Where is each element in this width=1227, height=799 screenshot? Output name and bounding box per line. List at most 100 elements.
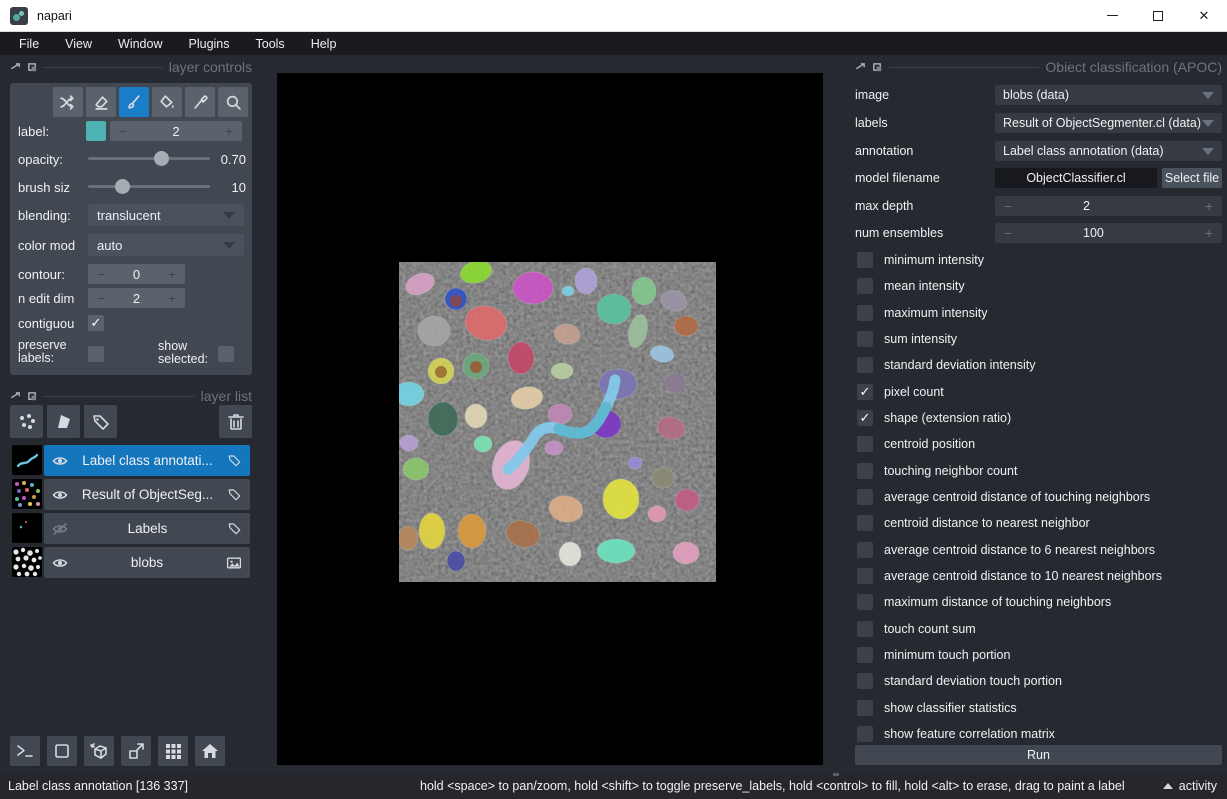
color-picker-button[interactable] [185, 87, 215, 117]
decrement-icon[interactable]: − [110, 123, 136, 139]
feature-checkbox[interactable] [857, 463, 873, 479]
model-filename-input[interactable]: ObjectClassifier.cl [995, 168, 1157, 188]
feature-checkbox[interactable] [857, 357, 873, 373]
viewer-canvas[interactable] [277, 73, 823, 765]
activity-toggle[interactable]: activity [1163, 779, 1217, 793]
close-button[interactable]: ✕ [1181, 0, 1227, 31]
opacity-slider[interactable] [88, 149, 210, 169]
contour-spinbox[interactable]: − 0 + [88, 264, 185, 284]
menu-file[interactable]: File [6, 32, 52, 55]
feature-checkbox[interactable] [857, 568, 873, 584]
slider-handle[interactable] [115, 179, 130, 194]
brush-size-slider[interactable] [88, 177, 210, 197]
minimize-icon [1107, 15, 1118, 16]
labels-dropdown[interactable]: Result of ObjectSegmenter.cl (data) [995, 113, 1222, 133]
decrement-icon[interactable]: − [88, 290, 114, 306]
max-depth-value[interactable]: 2 [1083, 199, 1090, 213]
increment-icon[interactable]: + [216, 123, 242, 139]
feature-checkbox[interactable] [857, 278, 873, 294]
layer-row-blobs[interactable]: blobs [44, 547, 250, 578]
label-spinbox[interactable]: − 2 + [110, 121, 242, 141]
feature-checkbox[interactable] [857, 594, 873, 610]
menu-tools[interactable]: Tools [243, 32, 298, 55]
menu-window[interactable]: Window [105, 32, 175, 55]
feature-checkbox[interactable] [857, 384, 873, 400]
menu-help[interactable]: Help [298, 32, 350, 55]
decrement-icon[interactable]: − [88, 266, 114, 282]
visibility-eye-icon[interactable] [52, 555, 68, 571]
hide-panel-icon[interactable] [27, 62, 38, 73]
splitter-handle[interactable] [833, 773, 839, 776]
slider-track [88, 157, 210, 160]
new-points-layer-button[interactable] [10, 405, 43, 438]
show-selected-checkbox[interactable] [218, 346, 234, 362]
delete-layer-button[interactable] [219, 405, 252, 438]
num-ensembles-value[interactable]: 100 [1083, 226, 1104, 240]
feature-checkbox[interactable] [857, 515, 873, 531]
slider-handle[interactable] [154, 151, 169, 166]
feature-checkbox[interactable] [857, 542, 873, 558]
fill-button[interactable] [152, 87, 182, 117]
pan-zoom-button[interactable] [218, 87, 248, 117]
float-panel-icon[interactable] [10, 391, 21, 402]
increment-icon[interactable]: + [159, 290, 185, 306]
layer-row-label-class-annotation[interactable]: Label class annotati... [44, 445, 250, 476]
menu-plugins[interactable]: Plugins [176, 32, 243, 55]
feature-checkbox[interactable] [857, 726, 873, 742]
feature-checkbox[interactable] [857, 252, 873, 268]
menu-view[interactable]: View [52, 32, 105, 55]
num-ensembles-spinbox[interactable]: − 100 + [995, 223, 1222, 243]
blending-dropdown[interactable]: translucent [88, 204, 244, 226]
shuffle-colors-button[interactable] [53, 87, 83, 117]
decrement-icon[interactable]: − [995, 198, 1021, 214]
visibility-eye-icon-hidden[interactable] [52, 521, 68, 537]
n-edit-dim-value[interactable]: 2 [114, 291, 159, 306]
grid-view-button[interactable] [158, 736, 188, 766]
erase-button[interactable] [86, 87, 116, 117]
feature-checkbox[interactable] [857, 436, 873, 452]
feature-checkbox[interactable] [857, 647, 873, 663]
float-panel-icon[interactable] [10, 62, 21, 73]
decrement-icon[interactable]: − [995, 225, 1021, 241]
float-panel-icon[interactable] [855, 62, 866, 73]
max-depth-spinbox[interactable]: − 2 + [995, 196, 1222, 216]
feature-checkbox[interactable] [857, 621, 873, 637]
color-mode-dropdown[interactable]: auto [88, 234, 244, 256]
layer-row-result-of-objectsegmenter[interactable]: Result of ObjectSeg... [44, 479, 250, 510]
annotation-dropdown[interactable]: Label class annotation (data) [995, 141, 1222, 161]
rotate-3d-button[interactable] [84, 736, 114, 766]
feature-checkbox[interactable] [857, 700, 873, 716]
contiguous-checkbox[interactable] [88, 315, 104, 331]
feature-checkbox[interactable] [857, 331, 873, 347]
new-shapes-layer-button[interactable] [47, 405, 80, 438]
layer-row-labels[interactable]: Labels [44, 513, 250, 544]
label-color-swatch[interactable] [86, 121, 106, 141]
console-button[interactable] [10, 736, 40, 766]
feature-checkbox[interactable] [857, 410, 873, 426]
feature-checkbox[interactable] [857, 305, 873, 321]
n-edit-dim-spinbox[interactable]: − 2 + [88, 288, 185, 308]
maximize-button[interactable] [1135, 0, 1181, 31]
feature-checkbox[interactable] [857, 489, 873, 505]
hide-panel-icon[interactable] [27, 391, 38, 402]
header-divider [44, 396, 195, 397]
image-dropdown[interactable]: blobs (data) [995, 85, 1222, 105]
label-value[interactable]: 2 [136, 124, 216, 139]
hide-panel-icon[interactable] [872, 62, 883, 73]
increment-icon[interactable]: + [159, 266, 185, 282]
minimize-button[interactable] [1089, 0, 1135, 31]
select-file-button[interactable]: Select file [1162, 168, 1222, 188]
increment-icon[interactable]: + [1196, 225, 1222, 241]
visibility-eye-icon[interactable] [52, 453, 68, 469]
preserve-labels-checkbox[interactable] [88, 346, 104, 362]
paint-button[interactable] [119, 87, 149, 117]
run-button[interactable]: Run [855, 745, 1222, 765]
ndisplay-2d-button[interactable] [47, 736, 77, 766]
increment-icon[interactable]: + [1196, 198, 1222, 214]
visibility-eye-icon[interactable] [52, 487, 68, 503]
transpose-dims-button[interactable] [121, 736, 151, 766]
contour-value[interactable]: 0 [114, 267, 159, 282]
home-reset-view-button[interactable] [195, 736, 225, 766]
feature-checkbox[interactable] [857, 673, 873, 689]
new-labels-layer-button[interactable] [84, 405, 117, 438]
